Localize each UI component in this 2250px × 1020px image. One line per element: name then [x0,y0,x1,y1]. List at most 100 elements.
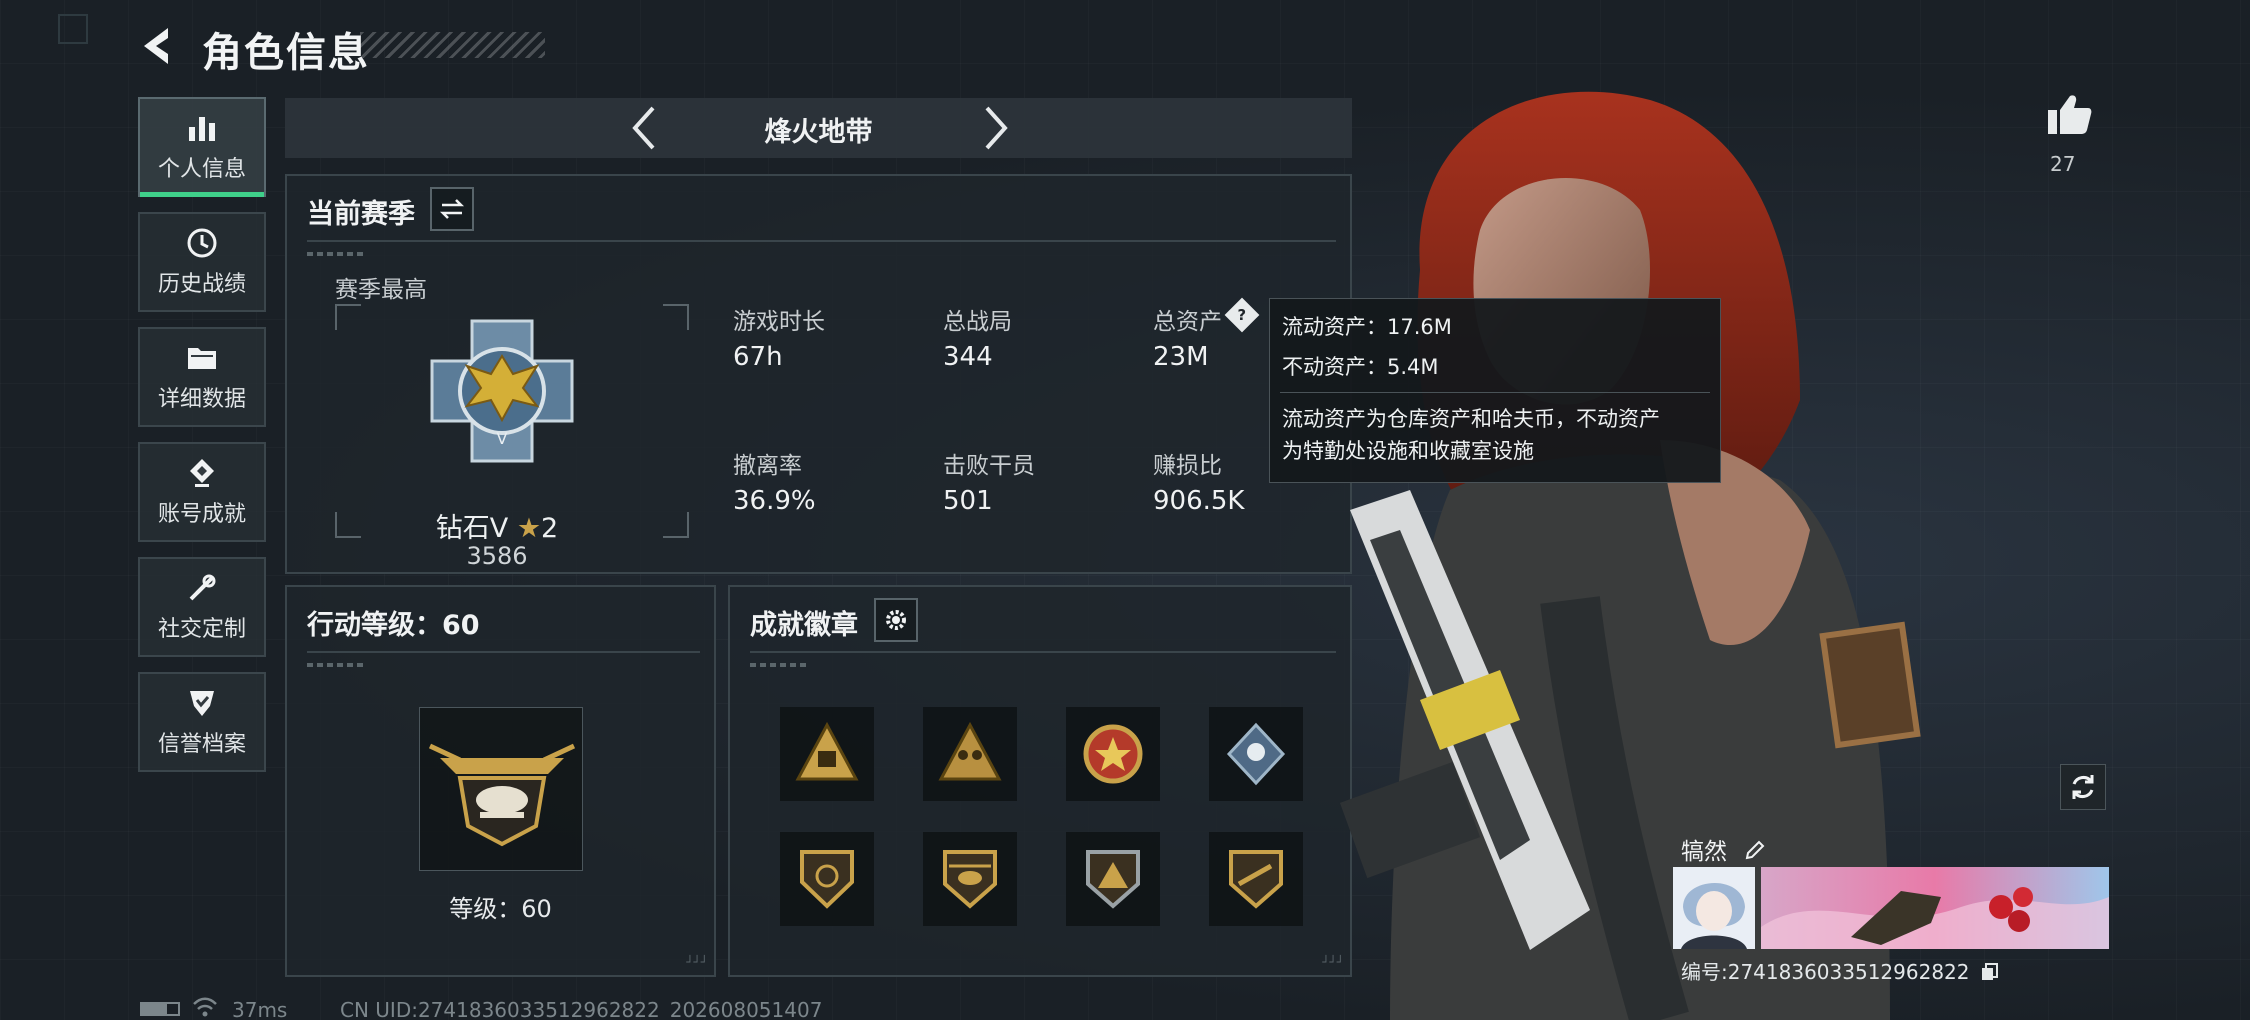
help-icon[interactable]: ? [1224,297,1260,333]
sidebar-item-label: 社交定制 [157,617,246,642]
battery-icon [140,1002,180,1016]
shield-badge-icon [800,850,854,909]
title-decoration [360,32,545,58]
stat-value: 906.5K [1153,486,1245,516]
folder-icon [188,348,216,369]
tooltip-description-line2: 为特勤处设施和收藏室设施 [1282,439,1534,463]
achievement-settings-button[interactable] [874,598,918,642]
banner-image [1761,867,2109,949]
frame-corner [663,304,689,330]
sidebar-item-label: 个人信息 [157,157,246,182]
rank-name: 钻石V [435,513,509,544]
stat-label: 总资产 [1153,309,1222,335]
rank-line: 钻石V ★2 [347,506,647,545]
sidebar-item-label: 信誉档案 [157,732,246,757]
star-cross-badge-icon [1083,724,1143,784]
sidebar-item-label: 账号成就 [157,502,246,527]
triangle-badge-icon [795,721,859,781]
diamond-badge-icon [1226,722,1286,786]
switch-season-button[interactable] [430,187,474,231]
player-name: 犒然 [1681,832,1766,866]
stat-label: 总战局 [943,309,1012,335]
player-name-text: 犒然 [1681,839,1727,865]
tooltip-description-line1: 流动资产为仓库资产和哈夫币，不动资产 [1282,407,1660,431]
stat-value: 23M [1153,342,1209,372]
refresh-icon [2072,775,2094,799]
helicopter-level-emblem [428,743,576,847]
achievement-badge[interactable] [923,832,1017,926]
refresh-button[interactable] [2060,764,2106,810]
corner-mark [58,14,88,44]
thumbs-up-icon [2048,95,2092,134]
achievement-badge[interactable] [780,832,874,926]
profile-banner[interactable] [1761,867,2109,949]
stat-label: 赚损比 [1153,453,1222,479]
sidebar-item-personal-info[interactable]: 个人信息 [138,97,266,197]
season-title: 当前赛季 [307,199,415,230]
uid-text: CN UID:2741836033512962822_202608051407 [340,998,823,1020]
sidebar-item-label: 历史战绩 [157,272,246,297]
wifi-icon [193,997,217,1017]
sidebar-item-achievements[interactable]: 账号成就 [138,442,266,542]
asset-tooltip: 流动资产：17.6M 不动资产：5.4M 流动资产为仓库资产和哈夫币，不动资产 … [1269,298,1721,483]
mode-selector: 烽火地带 [285,98,1352,158]
achievement-badge[interactable] [1066,707,1160,801]
corner-ticks: ┘┘┘ [686,955,708,969]
achievement-badge[interactable] [923,707,1017,801]
achievement-badge[interactable] [780,707,874,801]
like-button[interactable] [2046,92,2092,140]
stat-value: 36.9% [733,486,816,516]
sidebar-item-detailed-data[interactable]: 详细数据 [138,327,266,427]
bar-chart-icon [189,117,215,141]
stat-label: 击败干员 [943,453,1035,479]
mode-title: 烽火地带 [764,117,873,148]
like-count: 27 [2050,152,2076,176]
tooltip-liquid-assets: 流动资产：17.6M [1282,315,1452,339]
edit-icon[interactable] [1744,839,1766,861]
back-button[interactable] [138,24,178,68]
achievement-badge[interactable] [1066,832,1160,926]
back-arrow-icon [144,28,168,64]
action-level-title: 行动等级：60 [307,610,480,641]
achievement-badge[interactable] [1209,832,1303,926]
achievement-badge[interactable] [1209,707,1303,801]
season-panel: 当前赛季 赛季最高 V 钻石V ★2 3586 游戏时长 67h 总战局 344… [285,174,1352,574]
sidebar-item-social[interactable]: 社交定制 [138,557,266,657]
next-mode-button[interactable] [975,104,1015,152]
shield-check-icon [190,691,214,716]
action-level-panel: 行动等级：60 等级：60 ┘┘┘ [285,585,716,977]
avatar[interactable] [1673,867,1755,949]
stat-label: 游戏时长 [733,309,825,335]
achievement-title: 成就徽章 [750,610,858,641]
svg-text:V: V [497,429,508,448]
player-id-text: 编号:2741836033512962822 [1681,960,1970,984]
divider [307,651,700,653]
stat-value: 501 [943,486,993,516]
tooltip-divider [1280,392,1710,393]
sidebar-item-reputation[interactable]: 信誉档案 [138,672,266,772]
history-icon [187,228,217,258]
player-id: 编号:2741836033512962822 [1681,956,2000,985]
star-icon: ★ [516,513,542,544]
gear-icon [886,610,906,630]
rank-stars: 2 [541,513,559,544]
stat-label: 撤离率 [733,453,802,479]
diamond-rank-emblem: V [430,319,574,463]
achievement-icon [190,459,214,487]
mountain-badge-icon [1086,850,1140,909]
stat-value: 67h [733,342,783,372]
avatar-image [1673,867,1755,949]
copy-icon[interactable] [1980,962,2000,982]
page-title: 角色信息 [202,30,370,76]
chevron-right-icon [985,106,1008,150]
frame-corner [335,304,361,330]
level-text: 等级：60 [449,895,552,923]
sidebar-item-history[interactable]: 历史战绩 [138,212,266,312]
divider [750,651,1336,653]
level-emblem-frame [419,707,583,871]
helicopter-badge-icon [943,850,997,909]
dash-decoration [307,663,367,667]
swap-icon [439,199,465,219]
rank-score: 3586 [466,542,528,570]
soldiers-badge-icon [938,721,1002,781]
